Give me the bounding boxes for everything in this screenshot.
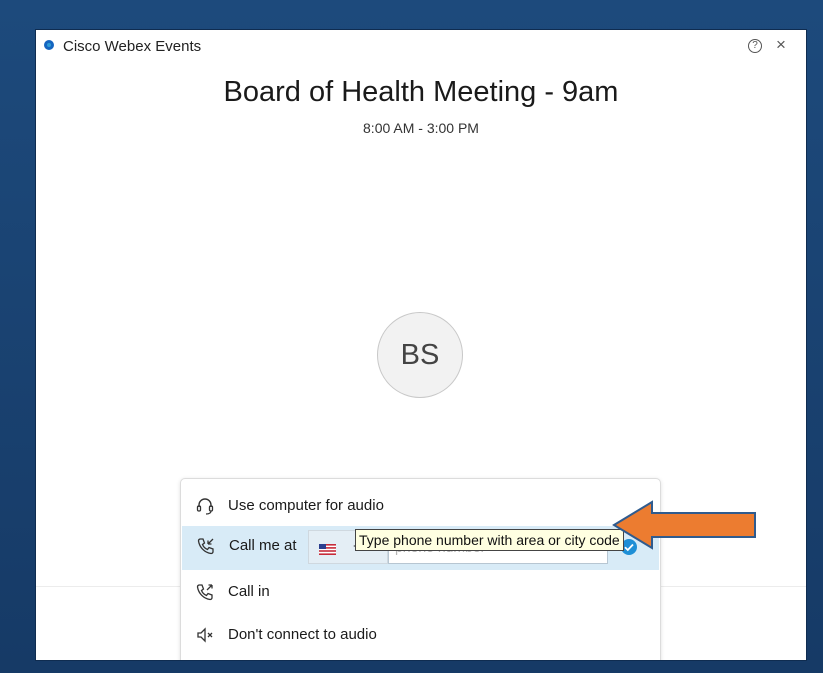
close-icon[interactable]: ×	[776, 35, 786, 55]
menu-item-call-in[interactable]: Call in	[181, 572, 660, 612]
menu-item-label: Use computer for audio	[228, 497, 384, 514]
menu-item-dont-connect-audio[interactable]: Don't connect to audio	[181, 615, 660, 655]
meeting-time: 8:00 AM - 3:00 PM	[363, 120, 479, 136]
menu-item-use-computer-audio[interactable]: Use computer for audio	[181, 486, 660, 526]
phone-incoming-icon	[196, 536, 216, 556]
us-flag-icon	[319, 542, 336, 555]
annotation-arrow-icon	[612, 500, 756, 550]
headset-icon	[195, 496, 215, 516]
webex-logo-icon	[44, 40, 54, 50]
title-bar: Cisco Webex Events ? ×	[36, 30, 806, 64]
help-icon[interactable]: ?	[748, 39, 762, 53]
avatar: BS	[377, 312, 463, 398]
app-title: Cisco Webex Events	[63, 38, 202, 55]
audio-options-menu: Use computer for audio Call me at phone …	[180, 478, 661, 660]
menu-item-label: Call me at	[229, 537, 297, 554]
phone-number-tooltip: Type phone number with area or city code	[355, 529, 624, 551]
phone-outgoing-icon	[195, 582, 215, 602]
menu-item-label: Don't connect to audio	[228, 626, 377, 643]
meeting-title: Board of Health Meeting - 9am	[223, 76, 619, 108]
speaker-muted-icon	[195, 625, 215, 645]
webex-events-window: Cisco Webex Events ? × Board of Health M…	[36, 30, 806, 660]
menu-item-label: Call in	[228, 583, 270, 600]
